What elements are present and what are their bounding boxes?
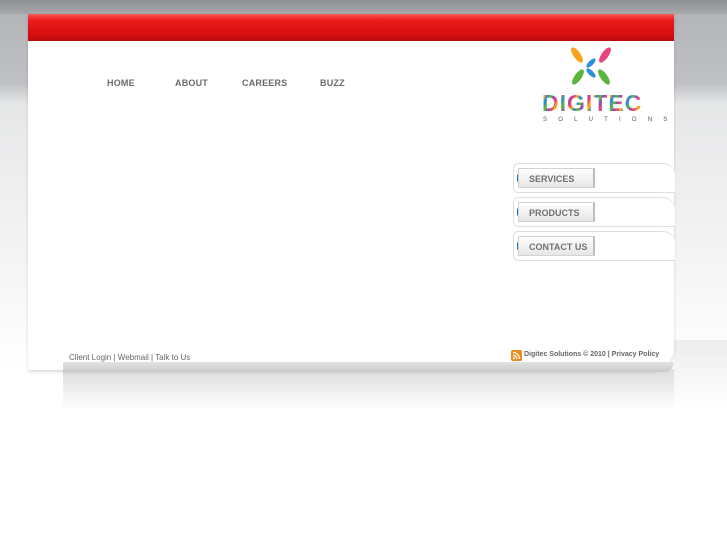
nav-careers[interactable]: CAREERS: [242, 78, 287, 88]
contact-us-button[interactable]: CONTACT US: [518, 236, 595, 256]
panel-shadow: [63, 369, 674, 409]
footer-links: Client Login | Webmail | Talk to Us: [69, 353, 190, 362]
privacy-policy-link[interactable]: Privacy Policy: [612, 351, 659, 358]
webmail-link[interactable]: Webmail: [118, 353, 149, 362]
logo-wordmark: DIGITEC: [542, 90, 643, 116]
logo-subtitle: SOLUTIONS: [543, 117, 679, 123]
page-background-right: [674, 340, 727, 410]
talk-to-us-link[interactable]: Talk to Us: [155, 353, 190, 362]
header-red-bar: [28, 14, 674, 41]
nav-about[interactable]: ABOUT: [175, 78, 208, 88]
footer-copyright: Digitec Solutions © 2010 | Privacy Polic…: [524, 351, 659, 358]
services-button[interactable]: SERVICES: [518, 168, 595, 188]
rss-icon[interactable]: [511, 350, 522, 361]
page-background-left: [0, 369, 63, 545]
copyright-text: Digitec Solutions © 2010: [524, 351, 606, 358]
panel-bottom-strip: [63, 362, 674, 372]
nav-buzz[interactable]: BUZZ: [320, 78, 345, 88]
products-button[interactable]: PRODUCTS: [518, 202, 595, 222]
nav-home[interactable]: HOME: [107, 78, 135, 88]
client-login-link[interactable]: Client Login: [69, 353, 111, 362]
page-background-top: [0, 0, 727, 14]
